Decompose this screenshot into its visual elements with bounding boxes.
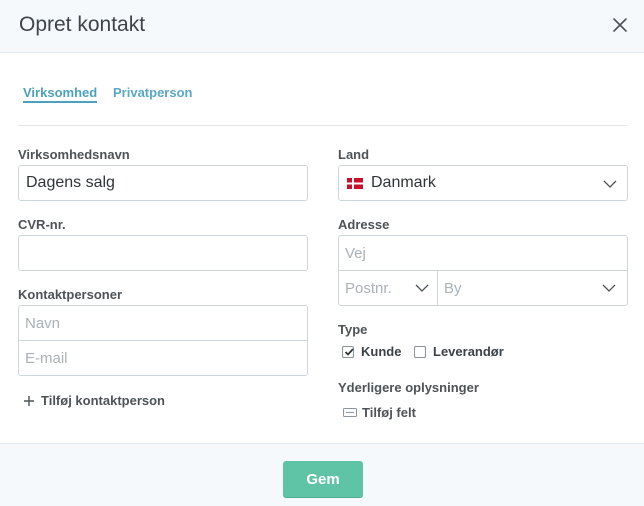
contact-person-group: Navn E-mail <box>18 305 308 376</box>
chevron-down-icon <box>602 284 616 292</box>
type-kunde-label: Kunde <box>361 344 402 359</box>
extra-info-label: Yderligere oplysninger <box>338 380 479 395</box>
dialog-title: Opret kontakt <box>19 13 146 36</box>
type-label: Type <box>338 322 368 337</box>
chevron-down-icon <box>603 180 617 188</box>
cvr-label: CVR-nr. <box>18 217 66 232</box>
contact-name-input[interactable]: Navn <box>19 306 307 341</box>
city-select[interactable]: By <box>438 271 627 305</box>
type-leverandor-label: Leverandør <box>433 344 504 359</box>
save-button[interactable]: Gem <box>283 461 363 497</box>
address-label: Adresse <box>338 217 390 232</box>
postal-code-select[interactable]: Postnr. <box>339 271 438 305</box>
type-kunde-checkbox[interactable]: Kunde <box>342 344 401 359</box>
add-contact-person-button[interactable]: Tilføj kontaktperson <box>23 393 165 408</box>
contacts-label: Kontaktpersoner <box>18 287 123 302</box>
add-contact-person-label: Tilføj kontaktperson <box>41 393 165 408</box>
close-icon[interactable] <box>610 15 630 35</box>
text-field-icon <box>343 408 357 417</box>
dialog-footer: Gem <box>0 443 644 506</box>
cvr-input[interactable] <box>18 235 308 271</box>
chevron-down-icon <box>415 284 429 292</box>
checkbox-unchecked-icon <box>414 345 426 358</box>
denmark-flag-icon <box>347 177 363 189</box>
company-name-input[interactable]: Dagens salg <box>18 165 308 201</box>
contact-email-input[interactable]: E-mail <box>19 341 307 375</box>
country-select[interactable]: Danmark <box>338 165 628 201</box>
type-leverandor-checkbox[interactable]: Leverandør <box>414 344 504 359</box>
add-field-label: Tilføj felt <box>362 405 416 420</box>
address-group: Vej Postnr. By <box>338 235 628 306</box>
add-field-button[interactable]: Tilføj felt <box>343 405 416 420</box>
street-input[interactable]: Vej <box>339 236 627 271</box>
country-label: Land <box>338 147 370 162</box>
plus-icon <box>24 395 34 406</box>
postal-code-placeholder: Postnr. <box>345 279 392 297</box>
checkbox-checked-icon <box>342 345 354 358</box>
tabs-divider <box>18 125 627 126</box>
dialog-header: Opret kontakt <box>0 0 644 53</box>
company-name-label: Virksomhedsnavn <box>18 147 130 162</box>
city-placeholder: By <box>444 279 462 297</box>
tab-privatperson[interactable]: Privatperson <box>113 85 192 100</box>
tab-virksomhed[interactable]: Virksomhed <box>23 85 98 103</box>
country-value: Danmark <box>371 174 436 191</box>
